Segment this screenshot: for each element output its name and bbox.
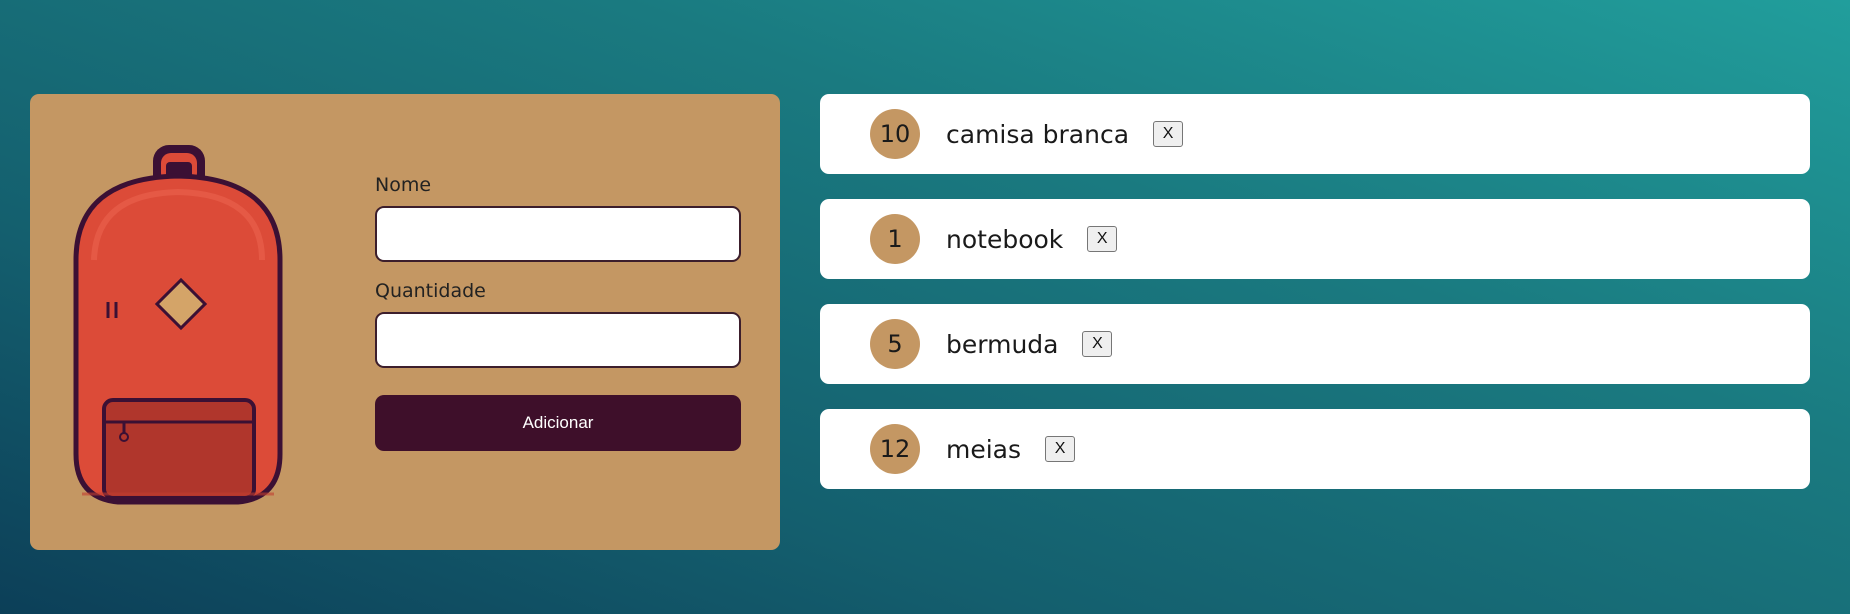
delete-button[interactable]: X xyxy=(1153,121,1184,147)
quantity-badge: 1 xyxy=(870,214,920,264)
item-name: camisa branca xyxy=(946,119,1130,149)
quantity-input[interactable] xyxy=(375,312,741,368)
item-name: meias xyxy=(946,434,1022,464)
list-item: 5 bermuda X xyxy=(820,304,1810,384)
quantity-badge: 5 xyxy=(870,319,920,369)
quantity-label: Quantidade xyxy=(375,280,486,302)
list-item: 1 notebook X xyxy=(820,199,1810,279)
quantity-badge: 10 xyxy=(870,109,920,159)
add-button[interactable]: Adicionar xyxy=(375,395,741,451)
delete-button[interactable]: X xyxy=(1087,226,1118,252)
list-item: 12 meias X xyxy=(820,409,1810,489)
name-label: Nome xyxy=(375,174,432,196)
item-list: 10 camisa branca X 1 notebook X 5 bermud… xyxy=(820,94,1810,514)
backpack-illustration xyxy=(73,145,283,505)
item-name: bermuda xyxy=(946,329,1059,359)
delete-button[interactable]: X xyxy=(1082,331,1113,357)
quantity-badge: 12 xyxy=(870,424,920,474)
name-input[interactable] xyxy=(375,206,741,262)
delete-button[interactable]: X xyxy=(1045,436,1076,462)
item-name: notebook xyxy=(946,224,1064,254)
form-card: Nome Quantidade Adicionar xyxy=(30,94,780,550)
list-item: 10 camisa branca X xyxy=(820,94,1810,174)
